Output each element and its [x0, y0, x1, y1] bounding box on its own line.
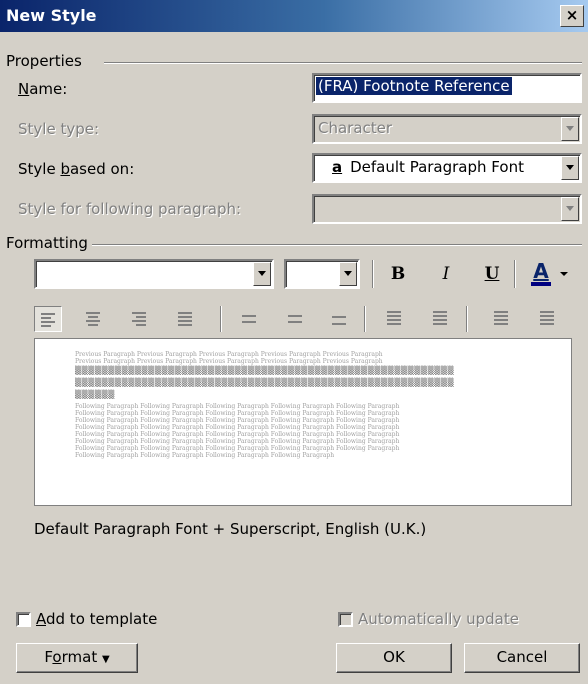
- preview-previous-line: Previous Paragraph Previous Paragraph Pr…: [75, 358, 383, 365]
- font-color-swatch: [531, 282, 551, 286]
- preview-following-line: Following Paragraph Following Paragraph …: [75, 438, 400, 445]
- automatically-update-checkbox: [338, 612, 353, 627]
- toolbar-separator: [372, 260, 374, 288]
- preview-following-line: Following Paragraph Following Paragraph …: [75, 445, 400, 452]
- toolbar-separator: [220, 306, 222, 332]
- name-label: Name:: [18, 80, 68, 98]
- preview-following-line: Following Paragraph Following Paragraph …: [75, 403, 400, 410]
- preview-following-line: Following Paragraph Following Paragraph …: [75, 424, 400, 431]
- preview-following-line: Following Paragraph Following Paragraph …: [75, 410, 400, 417]
- style-type-select: Character: [312, 114, 582, 144]
- decrease-indent-icon: [494, 311, 508, 327]
- style-description: Default Paragraph Font + Superscript, En…: [34, 520, 427, 538]
- add-to-template-label[interactable]: Add to template: [36, 610, 157, 628]
- close-button[interactable]: ×: [560, 5, 584, 27]
- align-right-icon: [132, 312, 146, 328]
- font-color-button[interactable]: A: [526, 260, 556, 286]
- preview-following-line: Following Paragraph Following Paragraph …: [75, 431, 400, 438]
- increase-indent-button[interactable]: [530, 306, 558, 332]
- character-style-icon: a: [332, 158, 343, 176]
- formatting-group-label: Formatting: [6, 234, 88, 252]
- name-field-value: (FRA) Footnote Reference: [316, 77, 512, 95]
- based-on-label: Style based on:: [18, 160, 135, 178]
- align-center-button[interactable]: [80, 306, 108, 332]
- toolbar-separator: [466, 306, 468, 332]
- formatting-divider: [92, 244, 582, 246]
- increase-paragraph-spacing-button[interactable]: [376, 306, 404, 332]
- format-button[interactable]: Format ▼: [16, 643, 138, 673]
- style-type-dropdown-arrow: [561, 117, 579, 141]
- one-half-spacing-button[interactable]: [282, 306, 310, 332]
- preview-previous-line: Previous Paragraph Previous Paragraph Pr…: [75, 351, 383, 358]
- following-paragraph-select: [312, 194, 582, 224]
- title-bar: New Style ×: [0, 0, 588, 32]
- decrease-paragraph-spacing-button[interactable]: [422, 306, 450, 332]
- format-dropdown-icon: ▼: [101, 654, 110, 665]
- italic-button[interactable]: I: [432, 262, 460, 288]
- based-on-value: Default Paragraph Font: [350, 158, 524, 176]
- font-dropdown-arrow[interactable]: [253, 262, 271, 286]
- decrease-indent-button[interactable]: [484, 306, 512, 332]
- preview-sample-line: ▒▒▒▒▒▒▒▒▒▒▒▒▒▒▒▒▒▒▒▒▒▒▒▒▒▒▒▒▒▒▒▒▒▒▒▒▒▒▒▒…: [75, 378, 455, 387]
- properties-group-label: Properties: [6, 52, 82, 70]
- style-preview: Previous Paragraph Previous Paragraph Pr…: [34, 338, 572, 506]
- style-type-value: Character: [318, 119, 393, 137]
- ok-button[interactable]: OK: [336, 643, 452, 673]
- based-on-value-row: a Default Paragraph Font: [332, 158, 524, 176]
- preview-sample-line: ▒▒▒▒▒▒▒▒▒▒▒▒▒▒▒▒▒▒▒▒▒▒▒▒▒▒▒▒▒▒▒▒▒▒▒▒▒▒▒▒…: [75, 366, 455, 375]
- based-on-select[interactable]: a Default Paragraph Font: [312, 153, 582, 183]
- underline-button[interactable]: U: [478, 262, 506, 288]
- increase-spacing-icon: [387, 311, 401, 327]
- based-on-dropdown-arrow[interactable]: [561, 156, 579, 180]
- justify-icon: [178, 312, 192, 328]
- justify-button[interactable]: [172, 306, 200, 332]
- size-dropdown-arrow[interactable]: [339, 262, 357, 286]
- font-color-icon: A: [533, 259, 549, 283]
- toolbar-separator: [364, 306, 366, 332]
- align-left-icon: [41, 313, 55, 329]
- single-spacing-icon: [242, 315, 256, 325]
- preview-sample-line: ▒▒▒▒▒▒: [75, 390, 115, 399]
- cancel-button[interactable]: Cancel: [464, 643, 580, 673]
- increase-indent-icon: [540, 311, 554, 327]
- double-spacing-button[interactable]: [326, 306, 354, 332]
- align-center-icon: [86, 312, 100, 328]
- name-field[interactable]: (FRA) Footnote Reference: [312, 73, 582, 103]
- align-right-button[interactable]: [126, 306, 154, 332]
- double-spacing-icon: [332, 316, 346, 327]
- font-size-select[interactable]: [284, 259, 360, 289]
- single-spacing-button[interactable]: [236, 306, 264, 332]
- following-paragraph-label: Style for following paragraph:: [18, 200, 242, 218]
- preview-following-line: Following Paragraph Following Paragraph …: [75, 452, 335, 459]
- bold-button[interactable]: B: [384, 262, 412, 288]
- align-left-button[interactable]: [34, 306, 62, 332]
- style-type-label: Style type:: [18, 120, 100, 138]
- font-select[interactable]: [34, 259, 274, 289]
- properties-divider: [104, 62, 582, 64]
- automatically-update-label: Automatically update: [358, 610, 519, 628]
- add-to-template-checkbox[interactable]: [16, 612, 31, 627]
- preview-following-line: Following Paragraph Following Paragraph …: [75, 417, 400, 424]
- toolbar-separator: [514, 260, 516, 288]
- dialog-title: New Style: [6, 6, 97, 25]
- decrease-spacing-icon: [433, 311, 447, 327]
- one-half-spacing-icon: [288, 315, 302, 325]
- new-style-dialog: New Style × Properties Name: (FRA) Footn…: [0, 0, 588, 684]
- font-color-dropdown-icon[interactable]: [560, 272, 568, 276]
- following-dropdown-arrow: [561, 197, 579, 221]
